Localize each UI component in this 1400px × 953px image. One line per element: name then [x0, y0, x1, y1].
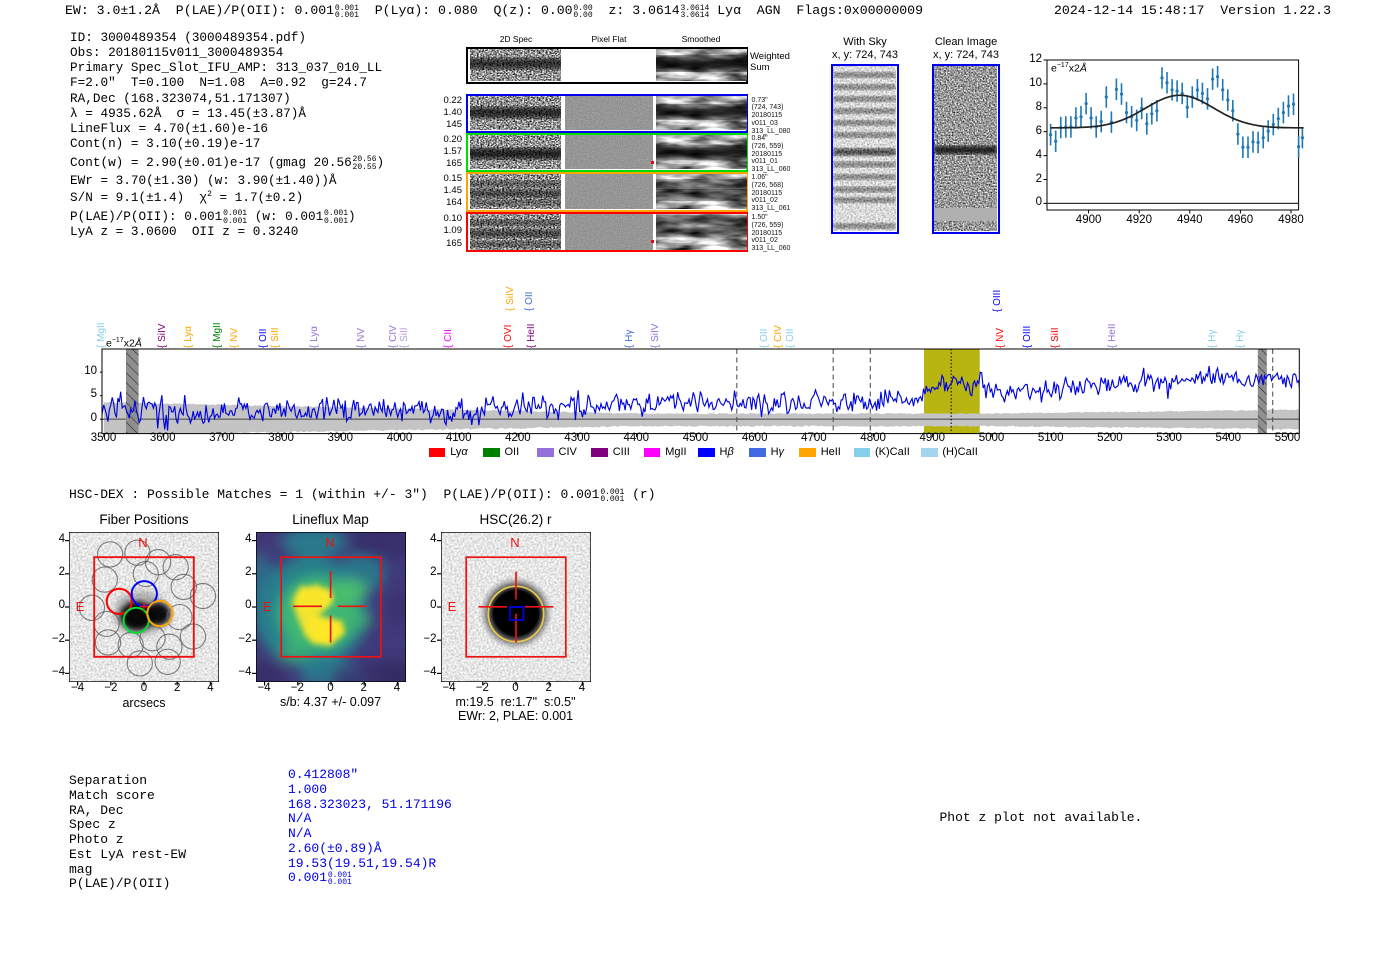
svg-text:E: E	[447, 599, 456, 614]
svg-text:N: N	[325, 535, 334, 550]
svg-text:E: E	[262, 599, 271, 614]
svg-text:N: N	[138, 535, 147, 550]
svg-text:N: N	[510, 535, 519, 550]
svg-text:E: E	[76, 599, 85, 614]
